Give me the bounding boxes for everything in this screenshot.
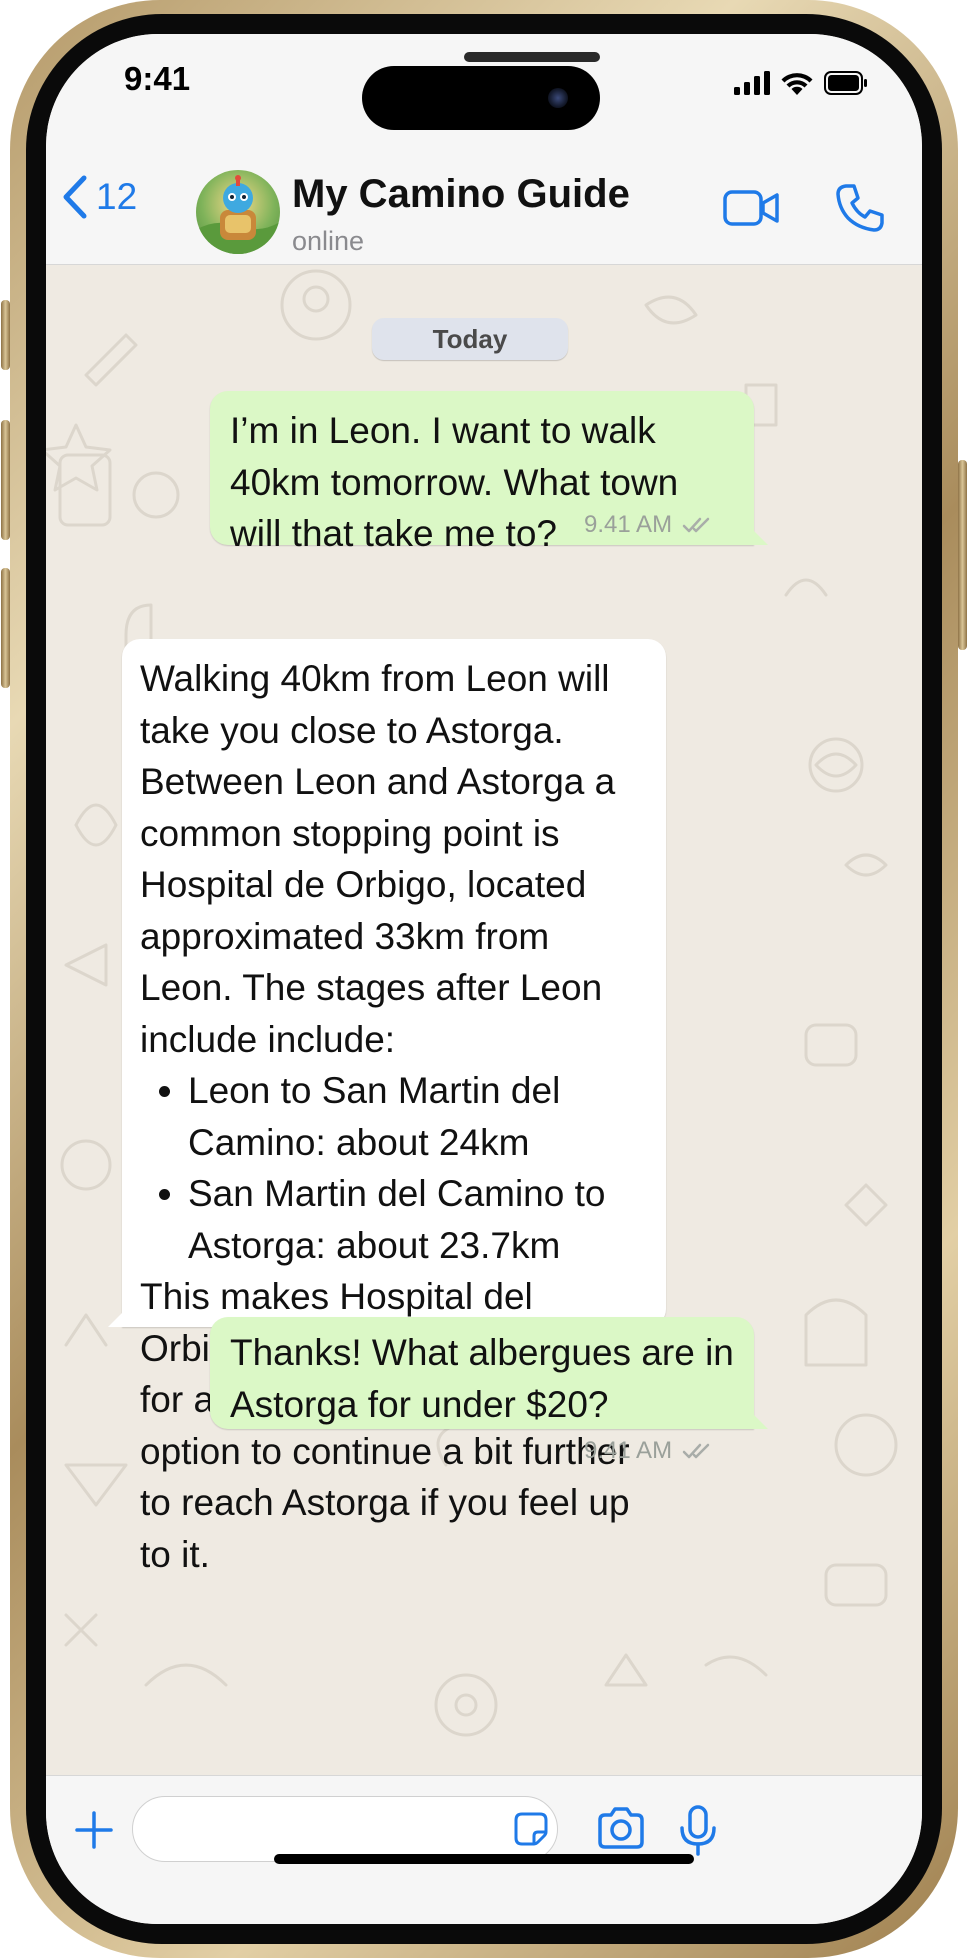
video-call-icon[interactable] [722, 188, 782, 228]
microphone-icon[interactable] [678, 1804, 718, 1858]
bubble-tail [754, 1415, 768, 1429]
message-meta: 9.41 AM [584, 1437, 714, 1465]
robot-guide-icon [196, 175, 280, 254]
contact-name[interactable]: My Camino Guide [292, 172, 630, 217]
status-icons [734, 68, 868, 98]
action-button [1, 300, 10, 370]
unread-count: 12 [96, 176, 138, 217]
avatar[interactable] [196, 170, 280, 254]
power-button [958, 460, 967, 650]
wifi-icon [781, 73, 813, 95]
signal-icon [734, 71, 770, 95]
chat-header: 12 My Camino Guide online [46, 146, 922, 265]
front-camera [548, 88, 568, 108]
home-indicator[interactable] [274, 1854, 694, 1864]
message-bullet-list: Leon to San Martin del Camino: about 24k… [140, 1065, 648, 1271]
sticker-icon[interactable] [512, 1810, 550, 1848]
message-input[interactable] [132, 1796, 558, 1862]
message-intro: Walking 40km from Leon will take you clo… [140, 658, 616, 1060]
message-time: 9.41 AM [584, 511, 673, 538]
status-bar: 9:41 [46, 34, 922, 146]
list-item: Leon to San Martin del Camino: about 24k… [188, 1065, 648, 1168]
dynamic-island [362, 66, 600, 130]
message-time: 9.41 AM [584, 1437, 673, 1464]
date-separator: Today [372, 318, 568, 360]
list-item: San Martin del Camino to Astorga: about … [188, 1168, 648, 1271]
phone-icon[interactable] [834, 182, 886, 234]
message-meta: 9.41 AM [584, 511, 714, 539]
screen: 9:41 12 My Camino Guide online Today I’m… [46, 34, 922, 1924]
bubble-tail [108, 1313, 122, 1327]
plus-icon[interactable] [74, 1810, 114, 1850]
battery-icon [824, 71, 867, 95]
bubble-tail [754, 531, 768, 545]
double-check-icon [682, 517, 710, 533]
volume-down-button [1, 568, 10, 688]
camera-icon[interactable] [596, 1806, 646, 1850]
message-text: Thanks! What albergues are in Astorga fo… [230, 1332, 734, 1425]
volume-up-button [1, 420, 10, 540]
earpiece-speaker [464, 52, 600, 62]
incoming-message[interactable]: Walking 40km from Leon will take you clo… [108, 639, 666, 1575]
double-check-icon [682, 1443, 710, 1459]
status-time: 9:41 [124, 60, 191, 97]
outgoing-message[interactable]: Thanks! What albergues are in Astorga fo… [210, 1317, 768, 1429]
message-input-bar [46, 1775, 922, 1924]
chat-area[interactable]: Today I’m in Leon. I want to walk 40km t… [46, 265, 922, 1775]
back-chevron-icon [63, 175, 87, 219]
back-button[interactable]: 12 [60, 174, 137, 220]
contact-status: online [292, 226, 365, 256]
